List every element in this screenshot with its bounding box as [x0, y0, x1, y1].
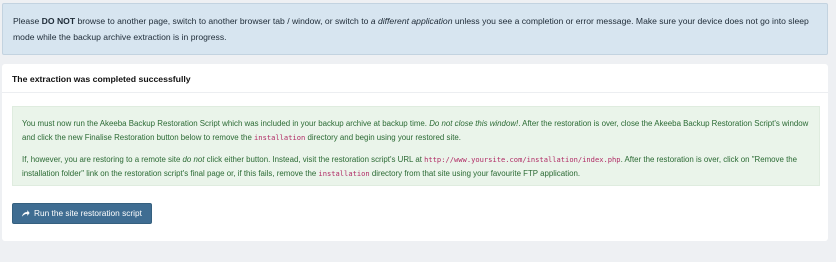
- notice-text: browse to another page, switch to anothe…: [75, 16, 371, 26]
- text: You must now run the Akeeba Backup Resto…: [22, 119, 430, 128]
- notice-text: Please: [13, 16, 42, 26]
- card-title: The extraction was completed successfull…: [12, 74, 191, 84]
- success-message: You must now run the Akeeba Backup Resto…: [12, 106, 820, 186]
- italic-text: Do not close this window!: [429, 119, 519, 128]
- warning-notice: Please DO NOT browse to another page, sw…: [2, 3, 828, 55]
- text: directory from that site using your favo…: [369, 169, 581, 178]
- text: directory and begin using your restored …: [305, 133, 461, 142]
- remote-site-paragraph: If, however, you are restoring to a remo…: [22, 153, 810, 181]
- code-url: http://www.yoursite.com/installation/ind…: [424, 155, 621, 164]
- italic-text: do not: [182, 155, 205, 164]
- code-text: installation: [254, 133, 306, 142]
- text: If, however, you are restoring to a remo…: [22, 155, 183, 164]
- instructions-paragraph: You must now run the Akeeba Backup Resto…: [22, 117, 810, 145]
- code-text: installation: [318, 169, 370, 178]
- run-button-label: Run the site restoration script: [34, 208, 142, 218]
- notice-italic: a different application: [370, 16, 453, 26]
- extraction-result-card: The extraction was completed successfull…: [2, 64, 828, 241]
- external-link-icon: [21, 209, 30, 218]
- divider: [2, 92, 828, 93]
- run-restoration-script-button[interactable]: Run the site restoration script: [12, 203, 152, 224]
- notice-emphasis: DO NOT: [41, 16, 76, 26]
- text: click either button. Instead, visit the …: [204, 155, 425, 164]
